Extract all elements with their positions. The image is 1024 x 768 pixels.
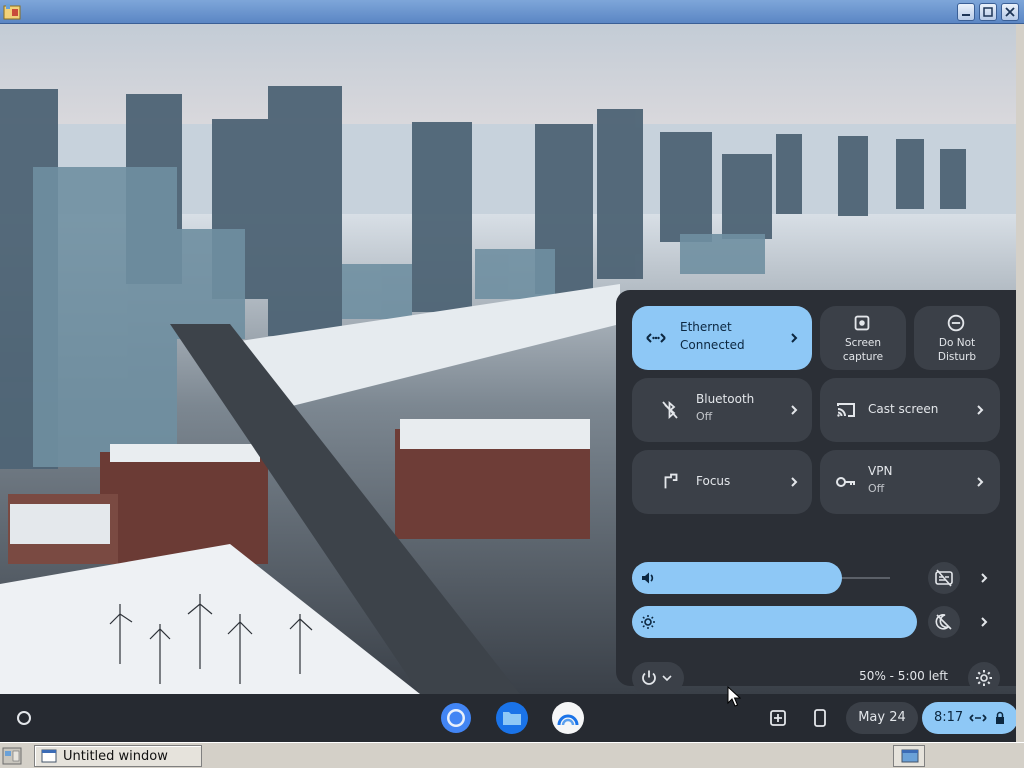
vpn-label: VPN — [868, 464, 893, 478]
taskbar-window-button[interactable]: Untitled window — [34, 745, 202, 767]
night-light-off-icon — [935, 614, 952, 630]
night-light-button[interactable] — [928, 606, 960, 638]
bluetooth-label: Bluetooth — [696, 392, 755, 406]
cast-screen-label: Cast screen — [868, 402, 939, 416]
close-icon — [1005, 7, 1015, 17]
window-titlebar[interactable] — [0, 0, 1024, 24]
do-not-disturb-icon — [947, 314, 965, 332]
chevron-right-icon — [977, 477, 984, 487]
launcher-icon — [17, 711, 31, 725]
files-icon — [496, 702, 528, 734]
cast-screen-tile[interactable]: Cast screen — [820, 378, 1000, 442]
chevron-down-icon — [662, 675, 672, 682]
chevron-right-icon — [791, 405, 798, 415]
chevron-right-icon — [791, 333, 798, 343]
ethernet-status-icon — [969, 714, 987, 722]
focus-label: Focus — [696, 474, 731, 488]
battery-status-text: 50% - 5:00 left — [859, 669, 948, 683]
phone-icon — [814, 709, 826, 727]
window-icon — [41, 749, 57, 763]
maximize-icon — [983, 7, 993, 17]
files-app[interactable] — [494, 700, 530, 736]
vpn-tile[interactable]: VPN Off — [820, 450, 1000, 514]
power-icon — [642, 670, 656, 685]
brightness-fill[interactable] — [632, 606, 917, 638]
maximize-button[interactable] — [979, 3, 997, 21]
vpn-status: Off — [868, 482, 885, 495]
chevron-right-icon — [977, 405, 984, 415]
screen-capture-tile[interactable]: Screen capture — [820, 306, 906, 370]
audio-settings-chevron-icon[interactable] — [978, 572, 990, 584]
quick-settings-panel: Ethernet Connected Screen capture Do Not… — [616, 290, 1016, 694]
minimize-button[interactable] — [957, 3, 975, 21]
ethernet-status: Connected — [680, 338, 745, 352]
minimize-icon — [962, 14, 970, 16]
launcher-button[interactable] — [8, 702, 40, 734]
desktop-icon — [901, 749, 919, 763]
focus-tile[interactable]: Focus — [632, 450, 812, 514]
system-menu-icon[interactable] — [2, 746, 22, 766]
taskbar-window-label: Untitled window — [63, 749, 168, 764]
focus-icon — [664, 473, 678, 489]
gear-icon — [976, 670, 992, 686]
date-tray[interactable]: May 24 — [846, 702, 918, 734]
bluetooth-off-icon — [662, 400, 678, 420]
volume-fill[interactable] — [632, 562, 842, 594]
host-taskbar: Untitled window — [0, 742, 1024, 768]
phone-hub-button[interactable] — [804, 702, 836, 734]
chevron-right-icon — [791, 477, 798, 487]
status-tray[interactable]: 8:17 — [922, 702, 1016, 734]
screen-capture-label-2: capture — [842, 351, 884, 363]
bluetooth-tile[interactable]: Bluetooth Off — [632, 378, 812, 442]
do-not-disturb-tile[interactable]: Do Not Disturb — [914, 306, 1000, 370]
window-border — [1016, 24, 1024, 742]
screen-capture-icon — [854, 315, 870, 331]
lock-icon — [996, 711, 1004, 724]
captions-toggle-button[interactable] — [928, 562, 960, 594]
app-icon — [3, 4, 21, 20]
holding-space-icon — [770, 710, 786, 726]
close-button[interactable] — [1001, 3, 1019, 21]
ethernet-label: Ethernet — [680, 320, 732, 334]
volume-icon — [642, 572, 654, 584]
cast-icon — [837, 403, 855, 417]
web-store-app[interactable] — [550, 700, 586, 736]
mouse-cursor — [727, 686, 741, 707]
vpn-key-icon — [836, 477, 855, 487]
bluetooth-status: Off — [696, 410, 713, 423]
captions-off-icon — [935, 569, 953, 587]
host-window: Ethernet Connected Screen capture Do Not… — [0, 0, 1024, 768]
ethernet-icon — [646, 333, 666, 343]
holding-space-button[interactable] — [762, 702, 794, 734]
show-desktop-button[interactable] — [893, 745, 925, 767]
do-not-disturb-label-1: Do Not — [938, 337, 976, 349]
chrome-icon — [441, 703, 471, 733]
settings-button[interactable] — [968, 662, 1000, 694]
chrome-app[interactable] — [438, 700, 474, 736]
chromeos-screen: Ethernet Connected Screen capture Do Not… — [0, 24, 1016, 742]
shelf: May 24 8:17 — [0, 694, 1016, 742]
screen-capture-label-1: Screen — [844, 337, 882, 349]
brightness-icon — [641, 615, 655, 629]
clock-time: 8:17 — [934, 710, 964, 725]
display-settings-chevron-icon[interactable] — [978, 616, 990, 628]
power-menu-button[interactable] — [632, 662, 684, 694]
web-store-icon — [552, 702, 584, 734]
ethernet-tile[interactable]: Ethernet Connected — [632, 306, 812, 370]
do-not-disturb-label-2: Disturb — [937, 351, 977, 363]
